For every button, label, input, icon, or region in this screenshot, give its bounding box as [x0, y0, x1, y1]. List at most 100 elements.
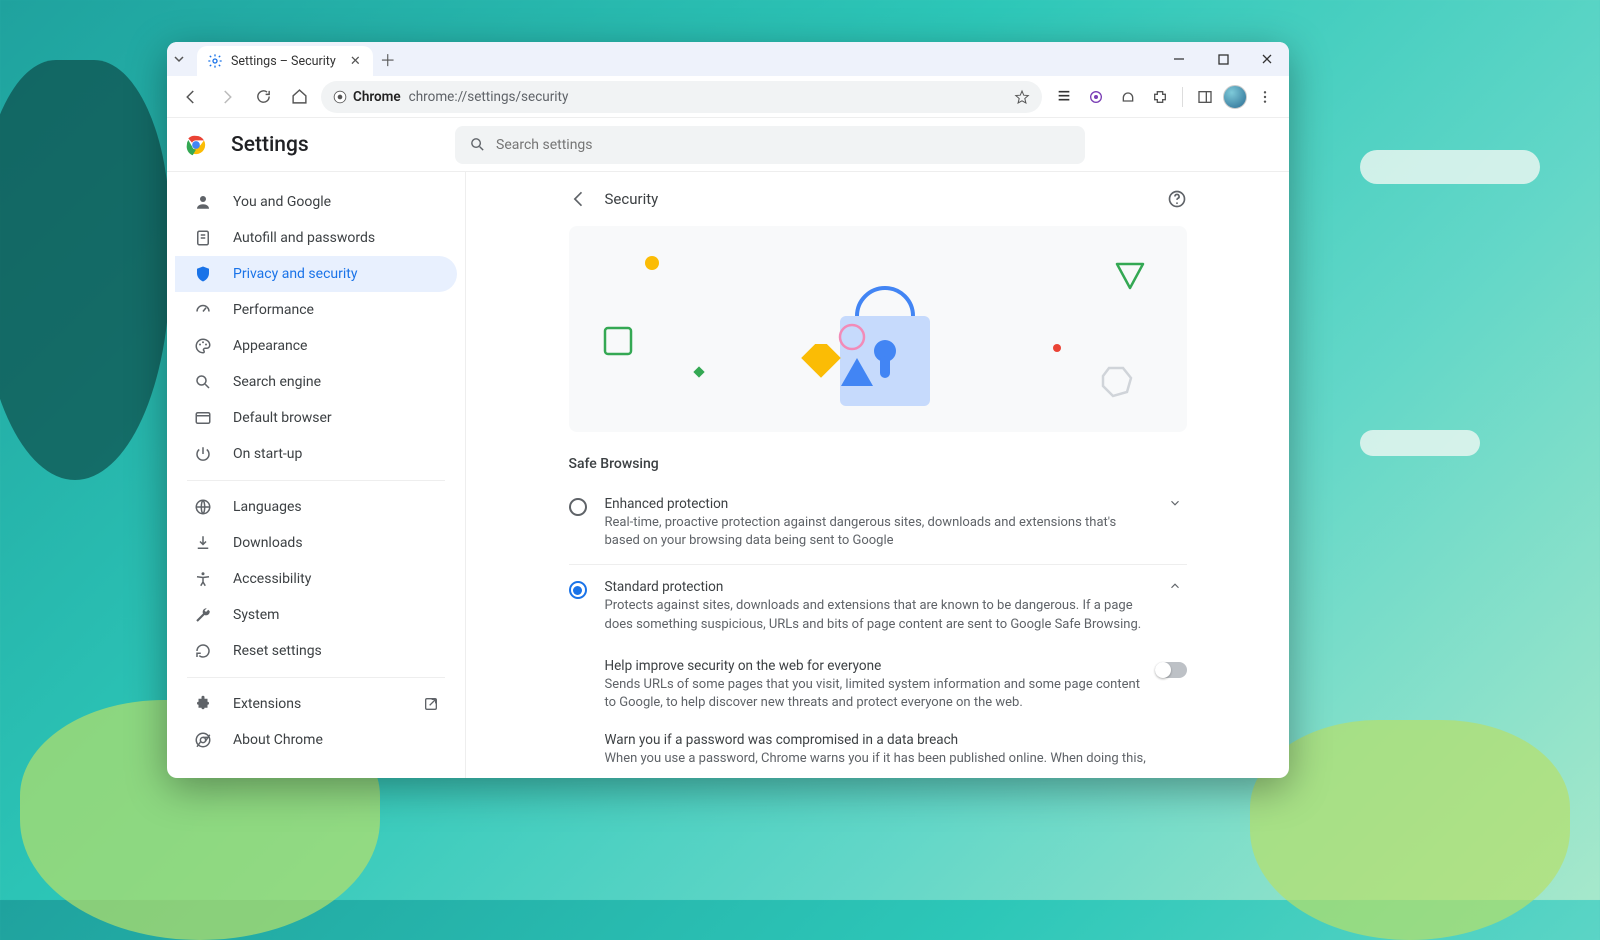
settings-sidebar: You and Google Autofill and passwords Priv… [167, 172, 465, 778]
side-panel-icon[interactable] [1191, 83, 1219, 111]
page-title: Security [605, 190, 659, 208]
extension-icon [193, 695, 213, 713]
security-hero-illustration [569, 226, 1187, 432]
back-arrow-icon[interactable] [569, 189, 589, 209]
globe-icon [193, 498, 213, 516]
titlebar: Settings – Security ✕ ＋ [167, 42, 1289, 76]
wrench-icon [193, 606, 213, 624]
close-tab-icon[interactable]: ✕ [350, 54, 361, 69]
sidebar-item-you-and-google[interactable]: You and Google [175, 184, 457, 220]
sidebar-item-label: System [233, 607, 279, 623]
sidebar-item-autofill-and-passwords[interactable]: Autofill and passwords [175, 220, 457, 256]
power-icon [193, 445, 213, 463]
sub-option-title: Warn you if a password was compromised i… [605, 732, 1187, 748]
content-area: Security [465, 172, 1289, 778]
forward-button[interactable] [213, 83, 241, 111]
sub-option-1: Warn you if a password was compromised i… [569, 722, 1187, 778]
page-header: Security [569, 172, 1187, 226]
home-button[interactable] [285, 83, 313, 111]
sidebar-item-default-browser[interactable]: Default browser [175, 400, 457, 436]
sidebar-item-search-engine[interactable]: Search engine [175, 364, 457, 400]
person-icon [193, 193, 213, 211]
toggle-switch[interactable] [1155, 662, 1187, 678]
profile-avatar[interactable] [1223, 85, 1247, 109]
sidebar-item-label: Downloads [233, 535, 303, 551]
settings-header: Settings [167, 118, 1289, 172]
chrome-window: Settings – Security ✕ ＋ [167, 42, 1289, 778]
radio-button[interactable] [569, 498, 587, 516]
site-chip-label: Chrome [353, 89, 401, 105]
back-button[interactable] [177, 83, 205, 111]
sidebar-item-label: Reset settings [233, 643, 322, 659]
help-icon[interactable] [1167, 189, 1187, 209]
section-label: Safe Browsing [569, 456, 1187, 472]
sidebar-item-label: About Chrome [233, 732, 323, 748]
sidebar-item-label: Accessibility [233, 571, 311, 587]
content-scroll[interactable]: Security [466, 172, 1289, 778]
sidebar-item-label: Default browser [233, 410, 332, 426]
search-settings-field[interactable] [455, 126, 1085, 164]
sidebar-item-on-start-up[interactable]: On start-up [175, 436, 457, 472]
browser-toolbar: Chrome chrome://settings/security [167, 76, 1289, 118]
sidebar-item-label: Performance [233, 302, 314, 318]
sidebar-item-label: You and Google [233, 194, 331, 210]
search-icon [193, 373, 213, 391]
tab-title: Settings – Security [231, 54, 336, 69]
extensions-puzzle-icon[interactable] [1146, 83, 1174, 111]
settings-body: You and Google Autofill and passwords Priv… [167, 172, 1289, 778]
sidebar-separator [187, 677, 445, 678]
sidebar-item-extensions[interactable]: Extensions [175, 686, 457, 722]
sidebar-separator [187, 480, 445, 481]
sub-option-description: When you use a password, Chrome warns yo… [605, 750, 1187, 768]
kebab-menu-icon[interactable] [1251, 83, 1279, 111]
sidebar-item-languages[interactable]: Languages [175, 489, 457, 525]
sidebar-item-label: Autofill and passwords [233, 230, 375, 246]
reload-button[interactable] [249, 83, 277, 111]
protection-option-1[interactable]: Standard protection Protects against site… [569, 565, 1187, 647]
download-icon [193, 534, 213, 552]
bookmark-star-icon[interactable] [1014, 89, 1030, 105]
sidebar-item-label: Languages [233, 499, 302, 515]
sidebar-item-label: Privacy and security [233, 266, 357, 282]
new-tab-button[interactable]: ＋ [373, 42, 403, 76]
maximize-button[interactable] [1201, 42, 1245, 76]
sidebar-item-performance[interactable]: Performance [175, 292, 457, 328]
sidebar-item-appearance[interactable]: Appearance [175, 328, 457, 364]
autofill-icon [193, 229, 213, 247]
chevron-down-icon[interactable] [1163, 496, 1187, 510]
extension-icon-1[interactable] [1050, 83, 1078, 111]
radio-button[interactable] [569, 581, 587, 599]
extension-icon-2[interactable] [1082, 83, 1110, 111]
toolbar-divider [1182, 87, 1183, 107]
option-title: Standard protection [605, 579, 1145, 595]
settings-title: Settings [231, 133, 309, 157]
palette-icon [193, 337, 213, 355]
option-title: Enhanced protection [605, 496, 1145, 512]
search-icon [469, 136, 486, 153]
sub-option-description: Sends URLs of some pages that you visit,… [605, 676, 1141, 712]
sidebar-item-accessibility[interactable]: Accessibility [175, 561, 457, 597]
sidebar-item-downloads[interactable]: Downloads [175, 525, 457, 561]
sidebar-item-about-chrome[interactable]: About Chrome [175, 722, 457, 758]
extension-icon-3[interactable] [1114, 83, 1142, 111]
option-description: Real-time, proactive protection against … [605, 514, 1145, 550]
minimize-button[interactable] [1157, 42, 1201, 76]
close-window-button[interactable] [1245, 42, 1289, 76]
chrome-icon [193, 731, 213, 749]
chevron-up-icon[interactable] [1163, 579, 1187, 593]
toolbar-right-icons [1050, 83, 1279, 111]
browser-tab[interactable]: Settings – Security ✕ [197, 46, 373, 76]
sidebar-item-privacy-and-security[interactable]: Privacy and security [175, 256, 457, 292]
chrome-icon [333, 90, 347, 104]
sidebar-item-reset-settings[interactable]: Reset settings [175, 633, 457, 669]
sidebar-item-label: On start-up [233, 446, 302, 462]
search-settings-input[interactable] [496, 137, 1071, 153]
tab-search-dropdown[interactable] [167, 42, 191, 76]
protection-option-0[interactable]: Enhanced protection Real-time, proactive … [569, 482, 1187, 565]
accessibility-icon [193, 570, 213, 588]
sidebar-item-label: Search engine [233, 374, 321, 390]
option-description: Protects against sites, downloads and ex… [605, 597, 1145, 633]
sidebar-item-system[interactable]: System [175, 597, 457, 633]
sidebar-item-label: Appearance [233, 338, 307, 354]
address-bar[interactable]: Chrome chrome://settings/security [321, 81, 1042, 113]
